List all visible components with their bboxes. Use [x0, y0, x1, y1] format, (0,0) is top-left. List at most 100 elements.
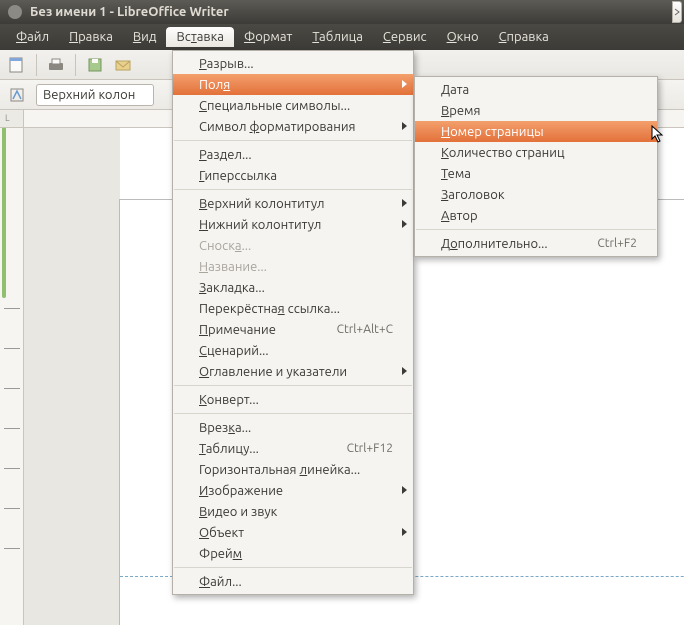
mail-button[interactable]: [112, 54, 134, 76]
menu-item-label: Поля: [199, 78, 230, 92]
page-gutter: [24, 128, 120, 625]
ruler-vertical[interactable]: [0, 128, 24, 625]
insert-item-20[interactable]: Врезка...: [173, 417, 413, 438]
fields-item-5[interactable]: Заголовок: [415, 184, 657, 205]
submenu-arrow-icon: [402, 80, 407, 88]
menu-item-label: Нижний колонтитул: [199, 218, 321, 232]
ruler-corner-label: L: [5, 113, 10, 123]
ruler-tick: [4, 388, 20, 389]
menu-item-label: Перекрёстная ссылка...: [199, 302, 340, 316]
ruler-tick: [4, 308, 20, 309]
menu-item-label: Примечание: [199, 323, 276, 337]
insert-item-18[interactable]: Конверт...: [173, 389, 413, 410]
menu-item-label: Автор: [441, 209, 478, 223]
separator: [36, 54, 37, 76]
menu-item-label: Горизонтальная линейка...: [199, 463, 360, 477]
insert-item-9[interactable]: Нижний колонтитул: [173, 214, 413, 235]
insert-item-8[interactable]: Верхний колонтитул: [173, 193, 413, 214]
insert-item-28[interactable]: Файл...: [173, 571, 413, 592]
fields-item-1[interactable]: Время: [415, 100, 657, 121]
menu-сервис[interactable]: Сервис: [373, 27, 437, 47]
submenu-arrow-icon: [402, 528, 407, 536]
insert-item-0[interactable]: Разрыв...: [173, 53, 413, 74]
submenu-arrow-icon: [402, 122, 407, 130]
insert-item-21[interactable]: Таблицу... Ctrl+F12: [173, 438, 413, 459]
menu-справка[interactable]: Справка: [489, 27, 559, 47]
menu-separator: [174, 413, 412, 414]
fields-item-4[interactable]: Тема: [415, 163, 657, 184]
menu-shortcut: Ctrl+Alt+C: [313, 323, 393, 336]
menu-вид[interactable]: Вид: [123, 27, 167, 47]
menu-правка[interactable]: Правка: [59, 27, 123, 47]
insert-item-10: Сноска...: [173, 235, 413, 256]
menu-item-label: Врезка...: [199, 421, 251, 435]
fields-item-8[interactable]: Дополнительно...Ctrl+F2: [415, 233, 657, 254]
insert-item-11: Название...: [173, 256, 413, 277]
menu-окно[interactable]: Окно: [437, 27, 489, 47]
menu-separator: [174, 140, 412, 141]
menu-item-label: Время: [441, 104, 481, 118]
paragraph-style-value: Верхний колон: [43, 88, 135, 102]
menu-item-label: Фрейм: [199, 547, 242, 561]
menu-таблица[interactable]: Таблица: [302, 27, 373, 47]
insert-item-5[interactable]: Раздел...: [173, 144, 413, 165]
print-button[interactable]: [45, 54, 67, 76]
menu-separator: [174, 567, 412, 568]
menu-item-label: Изображение: [199, 484, 283, 498]
insert-item-23[interactable]: Изображение: [173, 480, 413, 501]
fields-item-0[interactable]: Дата: [415, 79, 657, 100]
insert-item-24[interactable]: Видео и звук: [173, 501, 413, 522]
menu-item-label: Объект: [199, 526, 244, 540]
menu-item-label: Символ форматирования: [199, 120, 356, 134]
ruler-tick: [4, 348, 20, 349]
insert-item-14[interactable]: Примечание Ctrl+Alt+C: [173, 319, 413, 340]
menu-separator: [174, 189, 412, 190]
fields-item-3[interactable]: Количество страниц: [415, 142, 657, 163]
menu-вставка[interactable]: Вставка: [166, 27, 234, 47]
menu-item-label: Дата: [441, 83, 469, 97]
insert-item-26[interactable]: Фрейм: [173, 543, 413, 564]
ruler-tick: [4, 548, 20, 549]
ruler-tick: [4, 508, 20, 509]
separator: [75, 54, 76, 76]
save-button[interactable]: [84, 54, 106, 76]
insert-item-16[interactable]: Оглавление и указатели: [173, 361, 413, 382]
menu-item-label: Видео и звук: [199, 505, 277, 519]
menu-insert: Разрыв... Поля Специальные символы... Симво…: [172, 50, 414, 595]
fields-item-6[interactable]: Автор: [415, 205, 657, 226]
insert-item-15[interactable]: Сценарий...: [173, 340, 413, 361]
menu-файл[interactable]: Файл: [6, 27, 59, 47]
submenu-arrow-icon: [402, 367, 407, 375]
menu-item-label: Файл...: [199, 575, 242, 589]
insert-item-25[interactable]: Объект: [173, 522, 413, 543]
window-title: Без имени 1 - LibreOffice Writer: [30, 5, 229, 19]
insert-item-2[interactable]: Специальные символы...: [173, 95, 413, 116]
menu-item-label: Разрыв...: [199, 57, 254, 71]
toolbar-overflow-button[interactable]: [672, 1, 682, 23]
insert-item-3[interactable]: Символ форматирования: [173, 116, 413, 137]
menu-item-label: Верхний колонтитул: [199, 197, 325, 211]
insert-item-6[interactable]: Гиперссылка: [173, 165, 413, 186]
submenu-fields: Дата Время Номер страницыКоличество страни…: [414, 76, 658, 257]
menu-shortcut: Ctrl+F12: [323, 442, 393, 455]
fields-item-2[interactable]: Номер страницы: [415, 121, 657, 142]
menu-формат[interactable]: Формат: [234, 27, 302, 47]
insert-item-1[interactable]: Поля: [173, 74, 413, 95]
paragraph-style-select[interactable]: Верхний колон: [36, 84, 154, 106]
insert-item-12[interactable]: Закладка...: [173, 277, 413, 298]
submenu-arrow-icon: [402, 220, 407, 228]
menu-item-label: Гиперссылка: [199, 169, 277, 183]
menu-separator: [416, 229, 656, 230]
ruler-tick: [4, 468, 20, 469]
insert-item-22[interactable]: Горизонтальная линейка...: [173, 459, 413, 480]
styles-button[interactable]: [6, 84, 28, 106]
menu-item-label: Заголовок: [441, 188, 505, 202]
menu-item-label: Таблицу...: [199, 442, 259, 456]
window: Без имени 1 - LibreOffice Writer ФайлПра…: [0, 0, 684, 625]
menu-item-label: Название...: [199, 260, 267, 274]
insert-item-13[interactable]: Перекрёстная ссылка...: [173, 298, 413, 319]
menubar: ФайлПравкаВидВставкаФорматТаблицаСервисО…: [0, 24, 684, 50]
menu-item-label: Тема: [441, 167, 471, 181]
menu-item-label: Раздел...: [199, 148, 252, 162]
new-doc-button[interactable]: [6, 54, 28, 76]
